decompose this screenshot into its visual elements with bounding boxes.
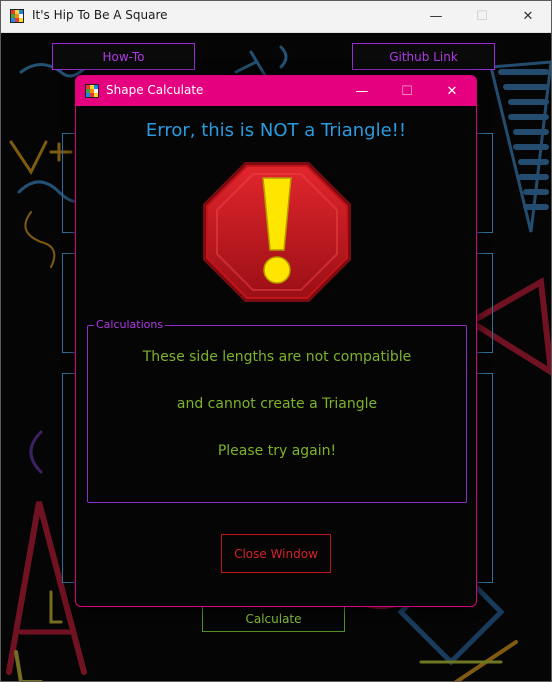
close-button[interactable]: ✕ <box>505 1 551 32</box>
maximize-button[interactable]: ☐ <box>459 1 505 32</box>
dialog-titlebar[interactable]: Shape Calculate — ☐ ✕ <box>76 76 476 106</box>
message-line-2: and cannot create a Triangle <box>176 396 378 412</box>
minimize-button[interactable]: — <box>413 1 459 32</box>
main-window-title: It's Hip To Be A Square <box>32 8 168 22</box>
shape-calculate-dialog: Shape Calculate — ☐ ✕ Error, this is NOT… <box>75 75 477 607</box>
message-line-1: These side lengths are not compatible <box>142 349 412 365</box>
dialog-minimize-button[interactable]: — <box>342 76 382 106</box>
dialog-maximize-button[interactable]: ☐ <box>387 76 427 106</box>
stop-sign-exclamation-icon <box>203 162 351 302</box>
error-heading: Error, this is NOT a Triangle!! <box>145 120 407 141</box>
message-line-3: Please try again! <box>217 443 337 459</box>
rubiks-cube-icon <box>85 84 99 98</box>
github-link-button[interactable]: Github Link <box>352 43 495 70</box>
dialog-close-button[interactable]: ✕ <box>432 76 472 106</box>
close-window-button[interactable]: Close Window <box>221 534 331 573</box>
how-to-button[interactable]: How-To <box>52 43 195 70</box>
calculate-button[interactable]: Calculate <box>202 606 345 632</box>
dialog-title: Shape Calculate <box>106 83 204 97</box>
calculations-group: Calculations These side lengths are not … <box>87 318 467 503</box>
calculations-legend: Calculations <box>94 318 166 331</box>
rubiks-cube-icon <box>10 9 24 23</box>
main-titlebar[interactable]: It's Hip To Be A Square — ☐ ✕ <box>1 1 551 33</box>
